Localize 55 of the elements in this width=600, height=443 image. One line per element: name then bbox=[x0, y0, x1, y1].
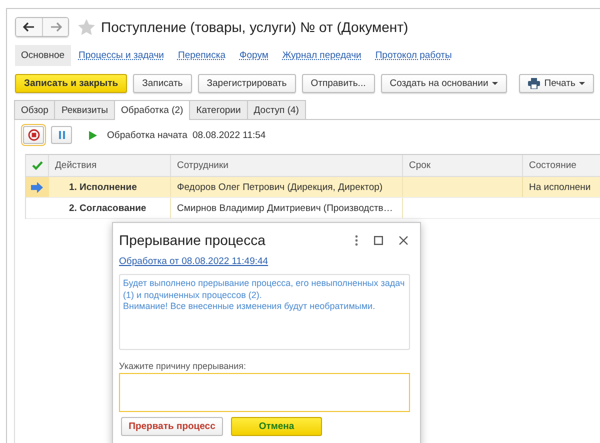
toolbar-button[interactable]: Зарегистрировать bbox=[198, 74, 296, 93]
maximize-icon[interactable] bbox=[374, 236, 383, 244]
toolbar-button[interactable]: Печать bbox=[519, 74, 594, 93]
back-button[interactable] bbox=[16, 18, 42, 36]
play-icon bbox=[89, 130, 97, 140]
column-header[interactable]: Срок bbox=[403, 155, 523, 176]
column-header[interactable]: Состояние bbox=[523, 155, 600, 176]
star-icon[interactable] bbox=[78, 19, 95, 35]
close-icon[interactable] bbox=[399, 236, 408, 244]
window-title: Поступление (товары, услуги) № от (Документ) bbox=[101, 19, 408, 35]
stop-button[interactable] bbox=[23, 126, 44, 144]
section-link[interactable]: Журнал передачи bbox=[276, 46, 368, 64]
more-icon[interactable] bbox=[355, 234, 358, 246]
tab[interactable]: Категории bbox=[189, 100, 248, 119]
toolbar-button[interactable]: Записать и закрыть bbox=[15, 74, 128, 93]
toolbar-button[interactable]: Отправить... bbox=[302, 74, 375, 93]
tab[interactable]: Реквизиты bbox=[54, 100, 116, 119]
table-cell: Смирнов Владимир Дмитриевич (Производств… bbox=[177, 202, 393, 214]
section-link[interactable]: Форум bbox=[234, 46, 274, 64]
process-link[interactable]: Обработка от 08.08.2022 11:49:44 bbox=[119, 256, 268, 267]
table-row[interactable]: 2. Согласование Смирнов Владимир Дмитриевич (Производств… bbox=[26, 198, 600, 219]
toolbar-button[interactable]: Записать bbox=[133, 74, 192, 93]
section-link[interactable]: Процессы и задачи bbox=[72, 46, 170, 64]
table-row[interactable]: 1. Исполнение Федоров Олег Петрович (Дирекция, Директор) На исполнени bbox=[26, 177, 600, 198]
pause-button[interactable] bbox=[51, 126, 72, 144]
warning-message: Будет выполнено прерывание процесса, его невыполненных задач (1) и подчиненных процессов (2). Внимание! Все внесенные изменения будут необратимыми. bbox=[123, 278, 406, 312]
dialog-title: Прерывание процесса bbox=[119, 232, 266, 248]
table-cell: Федоров Олег Петрович (Дирекция, Директор) bbox=[177, 182, 383, 192]
process-date: 08.08.2022 11:54 bbox=[192, 130, 266, 140]
tab[interactable]: Обзор bbox=[14, 100, 56, 119]
caret-icon bbox=[492, 82, 498, 86]
tab[interactable]: Обработка (2) bbox=[114, 100, 190, 120]
field-label: Укажите причину прерывания: bbox=[119, 361, 248, 371]
section-link[interactable]: Основное bbox=[15, 44, 71, 66]
column-header[interactable]: Сотрудники bbox=[171, 155, 403, 176]
table-cell-text: 2. Согласование bbox=[68, 202, 146, 214]
column-header[interactable]: Действия bbox=[49, 155, 171, 176]
checkmark-icon bbox=[32, 161, 42, 170]
toolbar-button[interactable]: Создать на основании bbox=[380, 74, 508, 93]
arrow-icon bbox=[31, 182, 44, 192]
dialog-button[interactable]: Прервать процесс bbox=[121, 417, 223, 436]
stop-icon bbox=[28, 129, 40, 141]
table-cell: На исполнени bbox=[529, 182, 591, 192]
back-arrow-icon bbox=[23, 22, 35, 32]
pause-icon bbox=[56, 130, 66, 140]
section-link[interactable]: Протокол работы bbox=[369, 46, 458, 64]
table-cell-text: 1. Исполнение bbox=[68, 182, 137, 192]
dialog-button[interactable]: Отмена bbox=[231, 417, 322, 436]
section-link[interactable]: Переписка bbox=[172, 46, 232, 64]
reason-field[interactable] bbox=[119, 373, 410, 412]
process-status: Обработка начата bbox=[107, 130, 188, 140]
printer-icon bbox=[528, 78, 540, 89]
caret-icon bbox=[579, 82, 586, 86]
forward-arrow-icon bbox=[50, 22, 62, 32]
tab[interactable]: Доступ (4) bbox=[246, 100, 306, 119]
